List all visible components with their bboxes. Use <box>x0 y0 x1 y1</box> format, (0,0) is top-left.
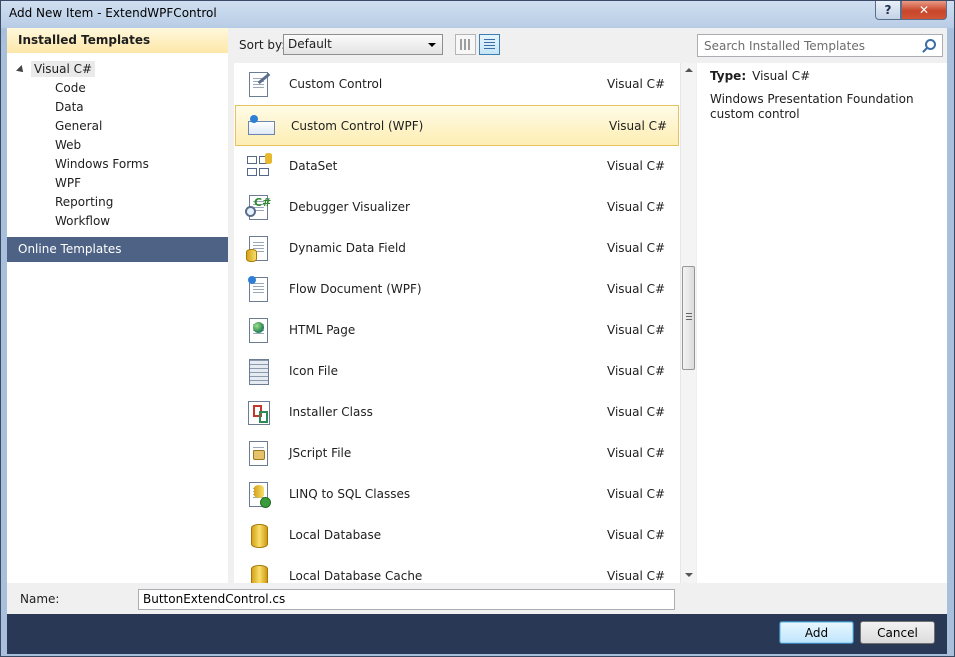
tree-item-data[interactable]: Data <box>55 100 84 114</box>
template-language: Visual C# <box>607 364 666 378</box>
icon-file-icon <box>245 358 273 386</box>
tree-item-reporting[interactable]: Reporting <box>55 195 113 209</box>
flow-document-icon <box>245 276 273 304</box>
template-list: Custom Control Visual C# Custom Control (W… <box>234 63 695 583</box>
template-row[interactable]: Installer Class Visual C# <box>234 392 679 433</box>
template-name: Local Database <box>289 528 382 542</box>
template-row[interactable]: Custom Control Visual C# <box>234 64 679 105</box>
template-name: Custom Control <box>289 77 383 91</box>
template-row[interactable]: HTML Page Visual C# <box>234 310 679 351</box>
jscript-file-icon <box>245 440 273 468</box>
title-bar[interactable]: Add New Item - ExtendWPFControl ? ✕ <box>1 1 954 28</box>
installed-templates-header[interactable]: Installed Templates <box>7 28 228 53</box>
template-name: Local Database Cache <box>289 569 423 583</box>
name-label: Name: <box>20 592 60 606</box>
tree-root-visual-csharp[interactable]: Visual C# <box>16 61 96 77</box>
template-language: Visual C# <box>607 446 666 460</box>
template-language: Visual C# <box>607 200 666 214</box>
template-language: Visual C# <box>607 77 666 91</box>
sort-by-label: Sort by: <box>239 38 286 52</box>
name-input[interactable]: ButtonExtendControl.cs <box>138 589 675 610</box>
debugger-visualizer-icon: C# <box>245 194 273 222</box>
template-language: Visual C# <box>607 569 666 583</box>
template-language: Visual C# <box>607 323 666 337</box>
template-language: Visual C# <box>607 487 666 501</box>
template-language: Visual C# <box>607 159 666 173</box>
template-name: LINQ to SQL Classes <box>289 487 411 501</box>
template-language: Visual C# <box>607 528 666 542</box>
help-button[interactable]: ? <box>875 1 901 20</box>
template-name: JScript File <box>289 446 352 460</box>
local-database-cache-icon <box>245 563 273 583</box>
template-language: Visual C# <box>607 282 666 296</box>
dialog-client: Installed Templates Visual C# Code Data Ge… <box>7 28 947 614</box>
list-view-button[interactable] <box>479 34 500 55</box>
tree-item-general[interactable]: General <box>55 119 102 133</box>
type-line: Type: Visual C# <box>710 69 810 83</box>
template-row[interactable]: Local Database Visual C# <box>234 515 679 556</box>
template-name: Flow Document (WPF) <box>289 282 422 296</box>
installer-class-icon <box>245 399 273 427</box>
type-value: Visual C# <box>752 69 811 83</box>
template-row[interactable]: Dynamic Data Field Visual C# <box>234 228 679 269</box>
template-row[interactable]: Icon File Visual C# <box>234 351 679 392</box>
tree-item-workflow[interactable]: Workflow <box>55 214 110 228</box>
template-name: Custom Control (WPF) <box>291 119 424 133</box>
template-row[interactable]: Custom Control (WPF) Visual C# <box>235 105 679 146</box>
tree-item-wpf[interactable]: WPF <box>55 176 81 190</box>
template-name: Debugger Visualizer <box>289 200 410 214</box>
dynamic-data-field-icon <box>245 235 273 263</box>
window-title: Add New Item - ExtendWPFControl <box>9 6 217 20</box>
template-language: Visual C# <box>607 241 666 255</box>
template-row[interactable]: C# Debugger Visualizer Visual C# <box>234 187 679 228</box>
template-row[interactable]: DataSet Visual C# <box>234 146 679 187</box>
close-button[interactable]: ✕ <box>901 1 947 20</box>
template-name: Icon File <box>289 364 338 378</box>
small-icons-view-button[interactable] <box>455 34 476 55</box>
tree-item-code[interactable]: Code <box>55 81 86 95</box>
search-icon[interactable] <box>925 39 936 50</box>
template-name: Dynamic Data Field <box>289 241 406 255</box>
wpf-control-icon <box>247 113 275 141</box>
template-row[interactable]: Local Database Cache Visual C# <box>234 556 679 583</box>
template-name: HTML Page <box>289 323 356 337</box>
list-view-icon <box>484 39 495 50</box>
scroll-down-icon[interactable] <box>685 573 693 577</box>
search-placeholder: Search Installed Templates <box>704 39 865 53</box>
scrollbar-thumb[interactable] <box>682 266 695 370</box>
template-language: Visual C# <box>609 119 668 133</box>
sort-by-value: Default <box>288 37 332 51</box>
tree-item-windows-forms[interactable]: Windows Forms <box>55 157 149 171</box>
template-language: Visual C# <box>607 405 666 419</box>
template-categories-panel: Installed Templates Visual C# Code Data Ge… <box>7 28 228 583</box>
online-templates-header[interactable]: Online Templates <box>7 237 228 262</box>
sort-by-dropdown[interactable]: Default <box>283 34 443 55</box>
dialog-footer: Add Cancel <box>7 614 947 654</box>
chevron-down-icon <box>428 43 436 47</box>
template-list-scrollbar[interactable] <box>680 63 696 583</box>
tree-item-web[interactable]: Web <box>55 138 81 152</box>
grip-icon <box>686 313 692 320</box>
name-bar: Name: ButtonExtendControl.cs <box>7 583 947 614</box>
scroll-up-icon[interactable] <box>685 68 693 72</box>
add-button[interactable]: Add <box>779 621 854 644</box>
template-description: Windows Presentation Foundation custom c… <box>710 92 914 121</box>
template-details-panel: Type: Visual C# Windows Presentation Foun… <box>697 63 947 583</box>
custom-control-icon <box>245 71 273 99</box>
local-database-icon <box>245 522 273 550</box>
type-label: Type: <box>710 69 747 83</box>
expand-arrow-icon[interactable] <box>16 65 26 75</box>
template-name: Installer Class <box>289 405 373 419</box>
template-row[interactable]: JScript File Visual C# <box>234 433 679 474</box>
tree-root-label: Visual C# <box>31 61 96 77</box>
dataset-icon <box>245 153 273 181</box>
template-row[interactable]: LINQ to SQL Classes Visual C# <box>234 474 679 515</box>
grid-view-icon <box>460 39 471 50</box>
cancel-button[interactable]: Cancel <box>860 621 935 644</box>
linq-to-sql-icon <box>245 481 273 509</box>
html-page-icon <box>245 317 273 345</box>
template-row[interactable]: Flow Document (WPF) Visual C# <box>234 269 679 310</box>
search-installed-templates-input[interactable]: Search Installed Templates <box>697 34 943 57</box>
template-name: DataSet <box>289 159 338 173</box>
